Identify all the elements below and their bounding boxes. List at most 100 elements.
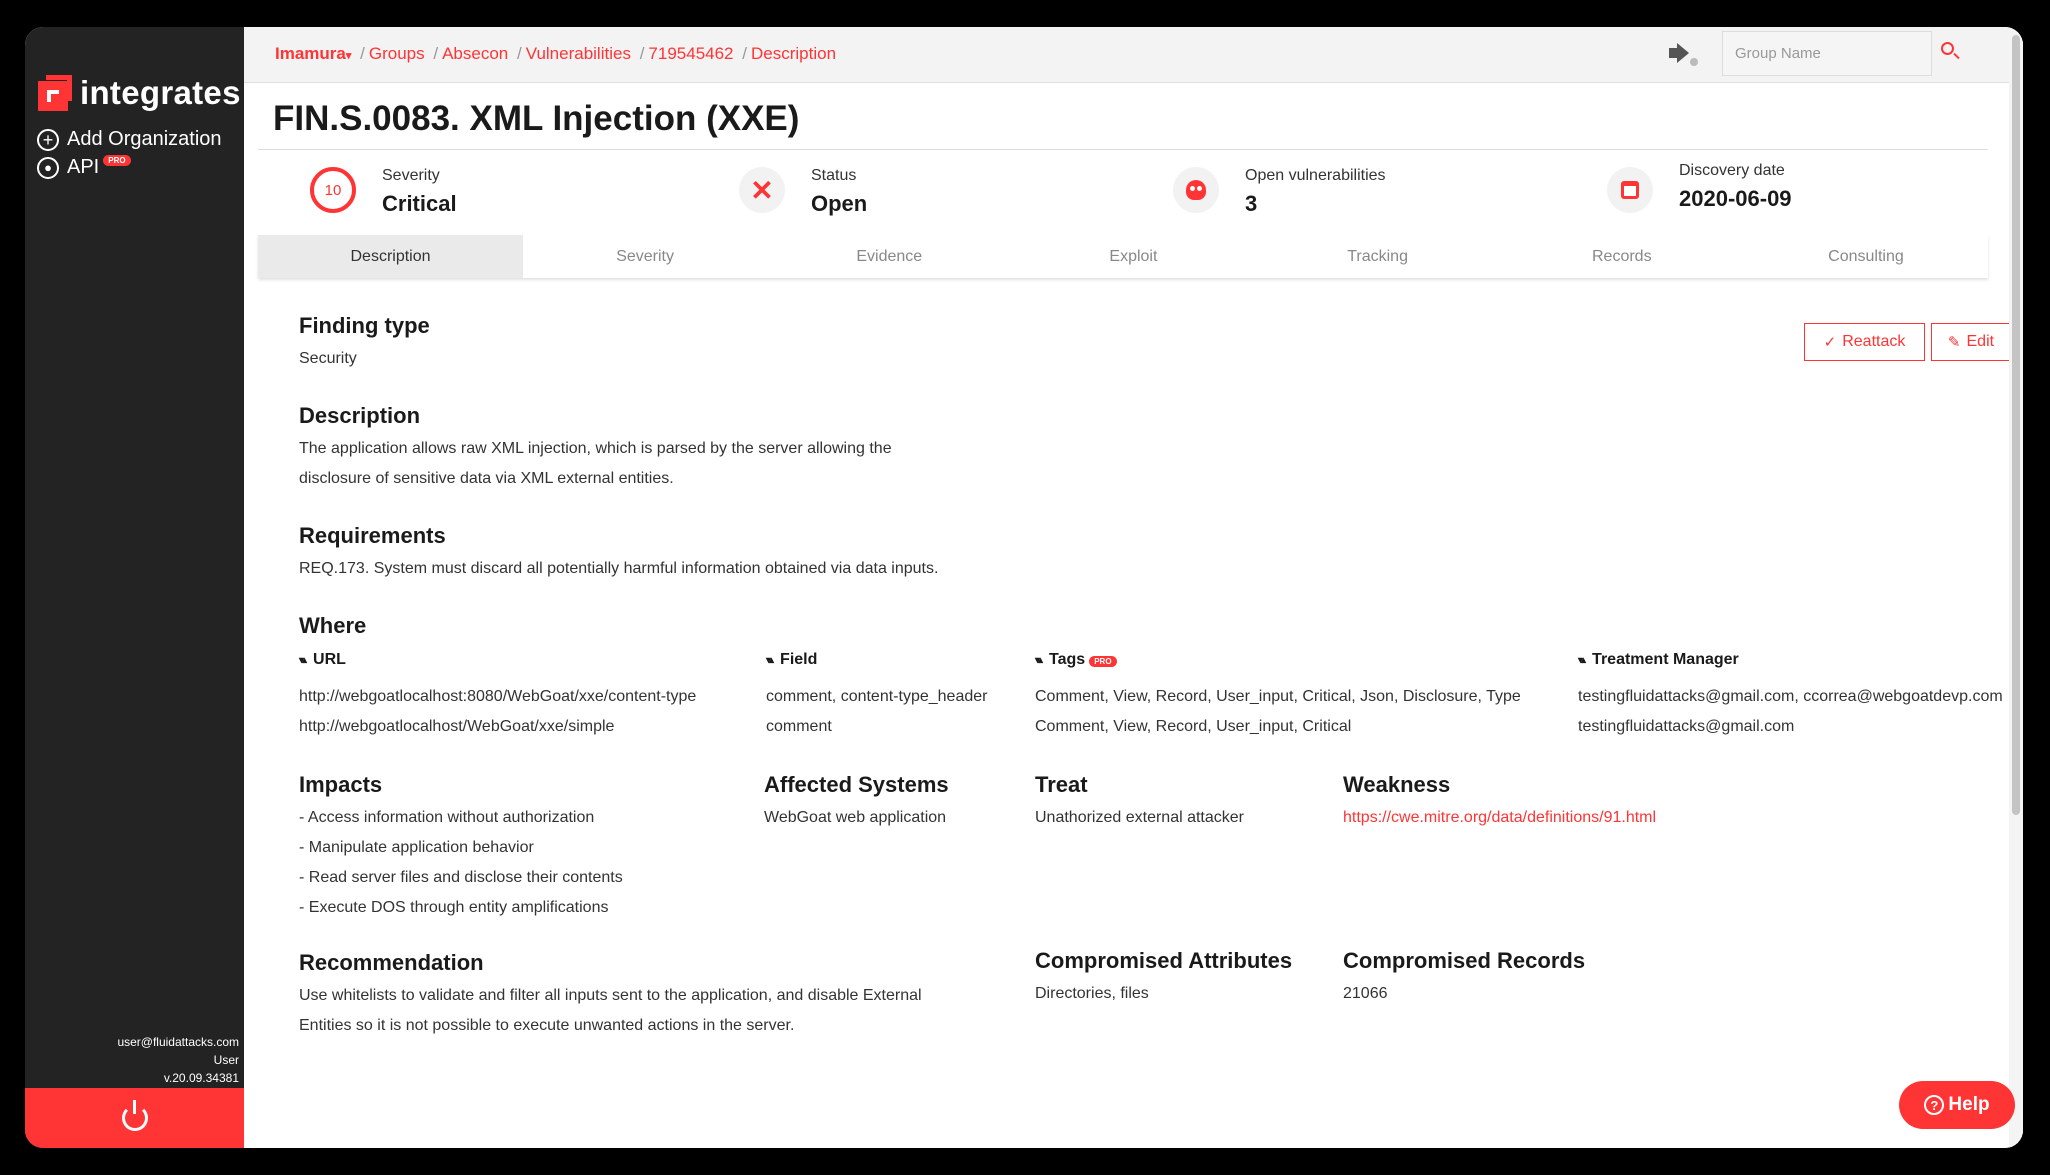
- main-panel: Imamura▾ / Groups / Absecon / Vulnerabiliti…: [244, 27, 2023, 1148]
- requirements-text: REQ.173. System must discard all potenti…: [299, 560, 939, 577]
- sort-icon: ▾▴: [766, 654, 774, 666]
- user-circle-icon: ●: [37, 156, 59, 179]
- finding-type-heading: Finding type: [299, 313, 430, 338]
- table-cell: comment, content-type_header: [766, 688, 988, 705]
- sidebar-item-label: Add Organization: [67, 128, 222, 150]
- group-search-input[interactable]: [1722, 31, 1932, 76]
- tab-evidence[interactable]: Evidence: [767, 235, 1011, 278]
- user-info: user@fluidattacks.com User v.20.09.34381: [117, 1033, 239, 1087]
- tags-list: Comment, View, Record, User_input, Criti…: [1035, 682, 1521, 742]
- sidebar-item-add-organization[interactable]: + Add Organization: [37, 128, 222, 151]
- open-vulns-value: 3: [1245, 191, 1258, 216]
- tags-column-header[interactable]: ▾▴ Tags PRO: [1035, 651, 1117, 669]
- discovery-label: Discovery date: [1679, 162, 1785, 179]
- treatment-manager-list: testingfluidattacks@gmail.com, ccorrea@w…: [1578, 682, 2003, 742]
- discovery-indicator: Discovery date 2020-06-09: [1607, 162, 1792, 213]
- close-icon: ✕: [739, 167, 785, 213]
- tab-records[interactable]: Records: [1500, 235, 1744, 278]
- breadcrumb-groups[interactable]: Groups: [369, 44, 425, 63]
- impacts-heading: Impacts: [299, 772, 383, 797]
- page-title: FIN.S.0083. XML Injection (XXE): [273, 99, 800, 138]
- table-cell: Comment, View, Record, User_input, Criti…: [1035, 718, 1352, 735]
- description-text: The application allows raw XML injection…: [299, 440, 892, 487]
- url-column-header[interactable]: ▾▴ URL: [299, 651, 346, 669]
- sidebar-item-api[interactable]: ● API PRO: [37, 155, 131, 179]
- compromised-records-value: 21066: [1343, 985, 1388, 1002]
- field-list: comment, content-type_header comment: [766, 682, 987, 742]
- recommendation-heading: Recommendation: [299, 950, 484, 975]
- top-bar: Imamura▾ / Groups / Absecon / Vulnerabiliti…: [244, 27, 2023, 83]
- table-cell: testingfluidattacks@gmail.com: [1578, 718, 1795, 735]
- weakness-link[interactable]: https://cwe.mitre.org/data/definitions/9…: [1343, 803, 1656, 833]
- compromised-records-heading: Compromised Records: [1343, 948, 1586, 973]
- where-heading: Where: [299, 613, 367, 638]
- affected-systems-heading: Affected Systems: [764, 772, 949, 797]
- pro-badge: PRO: [103, 155, 131, 166]
- pro-badge: PRO: [1089, 655, 1117, 667]
- severity-label: Severity: [382, 167, 440, 184]
- user-role: User: [213, 1053, 239, 1067]
- table-cell: http://webgoatlocalhost:8080/WebGoat/xxe…: [299, 688, 697, 705]
- scrollbar[interactable]: [2009, 27, 2023, 1148]
- power-icon: [121, 1100, 148, 1131]
- help-button[interactable]: ? Help: [1899, 1081, 2015, 1129]
- logout-button[interactable]: [25, 1088, 244, 1148]
- app-version: v.20.09.34381: [163, 1071, 239, 1085]
- finding-type-value: Security: [299, 350, 357, 367]
- logo[interactable]: integrates: [38, 74, 241, 112]
- tab-description[interactable]: Description: [258, 235, 523, 278]
- severity-value: Critical: [382, 191, 457, 216]
- user-email: user@fluidattacks.com: [117, 1035, 239, 1049]
- reattack-button[interactable]: ✓ Reattack: [1804, 323, 1925, 361]
- sidebar: integrates + Add Organization ● API PRO …: [25, 27, 244, 1148]
- logo-mark-icon: [38, 75, 72, 111]
- app-window: integrates + Add Organization ● API PRO …: [25, 27, 2023, 1148]
- breadcrumb-current[interactable]: Description: [751, 44, 836, 63]
- tab-consulting[interactable]: Consulting: [1744, 235, 1988, 278]
- recommendation-text: Use whitelists to validate and filter al…: [299, 987, 922, 1034]
- compromised-attributes-heading: Compromised Attributes: [1035, 948, 1293, 973]
- impacts-text: - Access information without authorizati…: [299, 809, 623, 916]
- breadcrumb: Imamura▾ / Groups / Absecon / Vulnerabiliti…: [275, 44, 837, 63]
- check-icon: ✓: [1823, 334, 1837, 351]
- megaphone-icon[interactable]: [1669, 43, 1698, 66]
- sort-icon: ▾▴: [299, 654, 307, 666]
- discovery-value: 2020-06-09: [1679, 186, 1792, 211]
- calendar-icon: [1607, 167, 1653, 213]
- weakness-heading: Weakness: [1343, 772, 1451, 797]
- tab-tracking[interactable]: Tracking: [1256, 235, 1500, 278]
- severity-indicator: 10 Severity Critical: [310, 167, 457, 217]
- field-column-header[interactable]: ▾▴ Field: [766, 651, 817, 669]
- tab-exploit[interactable]: Exploit: [1011, 235, 1255, 278]
- divider: [258, 149, 1988, 150]
- breadcrumb-org[interactable]: Imamura▾: [275, 44, 351, 63]
- tab-severity[interactable]: Severity: [523, 235, 767, 278]
- breadcrumb-finding-id[interactable]: 719545462: [648, 44, 733, 63]
- status-label: Status: [811, 167, 857, 184]
- edit-icon: ✎: [1947, 334, 1961, 351]
- treatment-manager-column-header[interactable]: ▾▴ Treatment Manager: [1578, 651, 1739, 669]
- description-heading: Description: [299, 403, 421, 428]
- table-cell: Comment, View, Record, User_input, Criti…: [1035, 688, 1521, 705]
- requirements-heading: Requirements: [299, 523, 446, 548]
- sort-icon: ▾▴: [1578, 654, 1586, 666]
- scrollbar-thumb[interactable]: [2012, 35, 2020, 815]
- question-circle-icon: ?: [1924, 1095, 1945, 1115]
- compromised-attributes-value: Directories, files: [1035, 985, 1149, 1002]
- open-vulns-indicator: Open vulnerabilities 3: [1173, 167, 1386, 217]
- breadcrumb-vulnerabilities[interactable]: Vulnerabilities: [526, 44, 631, 63]
- affected-systems-value: WebGoat web application: [764, 809, 947, 826]
- edit-button[interactable]: ✎ Edit: [1931, 323, 2011, 361]
- open-vulns-label: Open vulnerabilities: [1245, 167, 1386, 184]
- finding-tabs: Description Severity Evidence Exploit Tr…: [258, 235, 1988, 278]
- plus-circle-icon: +: [37, 128, 59, 151]
- sort-icon: ▾▴: [1035, 654, 1043, 666]
- table-cell: testingfluidattacks@gmail.com, ccorrea@w…: [1578, 688, 2003, 705]
- status-value: Open: [811, 191, 868, 216]
- search-icon[interactable]: [1939, 40, 1963, 64]
- breadcrumb-group[interactable]: Absecon: [442, 44, 508, 63]
- table-cell: comment: [766, 718, 832, 735]
- treat-heading: Treat: [1035, 772, 1088, 797]
- logo-text: integrates: [80, 74, 241, 111]
- table-cell: http://webgoatlocalhost/WebGoat/xxe/simp…: [299, 718, 615, 735]
